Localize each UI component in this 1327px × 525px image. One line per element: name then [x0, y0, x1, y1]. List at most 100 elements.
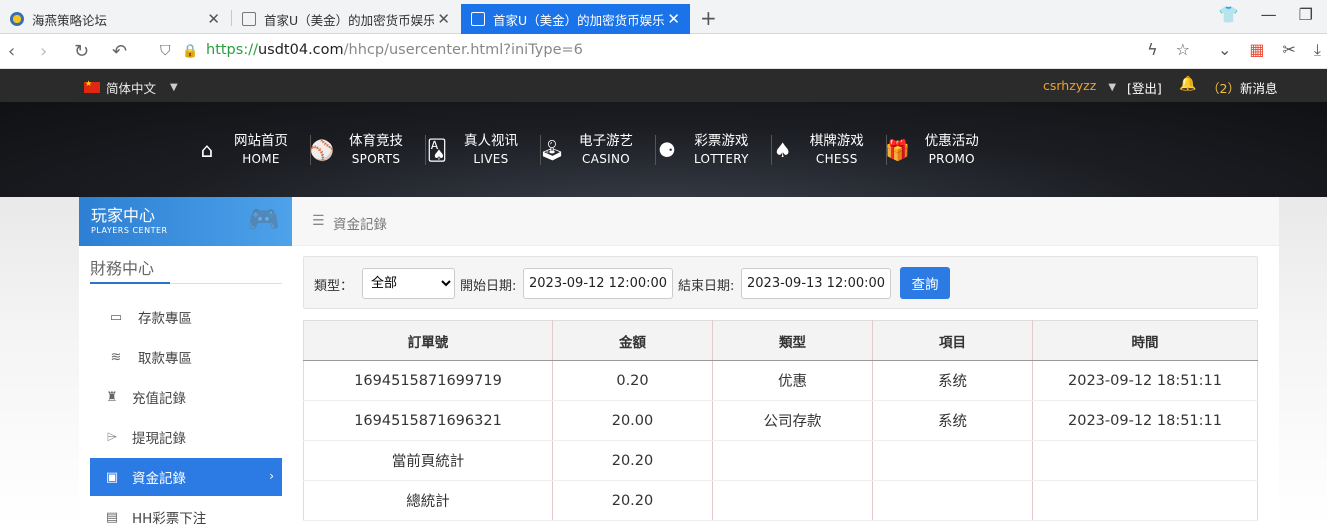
- url-scheme: https://: [206, 42, 258, 58]
- logout-link[interactable]: [登出]: [1127, 78, 1162, 97]
- nav-label-en: LIVES: [473, 152, 509, 166]
- end-date-input[interactable]: [741, 268, 891, 299]
- sidebar-item-fund-records[interactable]: ▣ 資金記錄 ›: [90, 458, 282, 496]
- card-icon: ▭: [109, 309, 123, 325]
- filter-bar: 類型： 全部 開始日期: 結束日期: 查詢: [303, 256, 1258, 309]
- empty-cell: [872, 480, 1033, 521]
- query-button[interactable]: 查詢: [900, 267, 950, 299]
- order-number-cell: 1694515871696321: [303, 400, 553, 441]
- site-favicon-icon: [10, 12, 24, 26]
- tab-title: 首家U（美金）的加密货币娱乐: [493, 12, 665, 28]
- nav-label-cn: 体育竞技: [349, 133, 403, 149]
- username-dropdown[interactable]: csrhzyzz ▼: [1043, 78, 1116, 93]
- browser-tab-3-active[interactable]: 首家U（美金）的加密货币娱乐 ✕: [461, 4, 690, 34]
- breadcrumb: ☰ 資金記錄: [292, 197, 1279, 246]
- forward-icon[interactable]: ›: [40, 41, 47, 62]
- page-total-label: 當前頁統計: [303, 440, 553, 481]
- download-icon[interactable]: ⤓: [1314, 40, 1321, 60]
- nav-label-en: SPORTS: [351, 152, 401, 166]
- nav-label-en: CHESS: [815, 152, 858, 166]
- nav-promo[interactable]: 🎁 优惠活动 PROMO: [885, 132, 1001, 168]
- gift-icon: 🎁: [885, 138, 911, 162]
- table-header-row: 訂單號 金額 類型 項目 時間: [303, 320, 1258, 361]
- reload-icon[interactable]: ↻: [74, 41, 89, 62]
- type-select[interactable]: 全部: [362, 268, 455, 299]
- nav-home[interactable]: ⌂ 网站首页 HOME: [196, 132, 310, 168]
- end-date-label: 結束日期:: [678, 279, 735, 294]
- sidebar-item-withdraw-records[interactable]: ⌲ 提現記錄: [90, 418, 282, 456]
- time-cell: 2023-09-12 18:51:11: [1032, 400, 1258, 441]
- apps-icon[interactable]: ▦: [1249, 40, 1264, 60]
- new-tab-icon[interactable]: +: [700, 6, 717, 30]
- ball-icon: ⚾: [309, 138, 335, 162]
- star-icon[interactable]: ☆: [1176, 40, 1190, 60]
- main-nav: ⌂ 网站首页 HOME ⚾ 体育竞技 SPORTS 🂡 真人视讯 LIVES 🕹 电子…: [196, 132, 1001, 168]
- sidebar: 玩家中心 PLAYERS CENTER 🎮 財務中心 ▭ 存款專區 ≋ 取款專區…: [79, 197, 292, 525]
- chevron-down-icon[interactable]: ⌄: [1218, 40, 1231, 60]
- empty-cell: [1032, 440, 1258, 481]
- sidebar-item-label: 提現記錄: [132, 431, 186, 447]
- order-number-cell: 1694515871699719: [303, 360, 553, 401]
- back-icon[interactable]: ‹: [8, 41, 15, 62]
- close-icon[interactable]: ✕: [437, 10, 450, 28]
- chevron-right-icon: ›: [269, 469, 274, 483]
- bell-icon[interactable]: 🔔: [1179, 76, 1196, 92]
- nav-label-cn: 电子游艺: [579, 133, 633, 149]
- window-controls: 👕 — ❐: [1219, 5, 1327, 24]
- browser-tab-2[interactable]: 首家U（美金）的加密货币娱乐 ✕: [232, 4, 460, 34]
- shirt-icon[interactable]: 👕: [1219, 5, 1239, 24]
- browser-tab-bar: 海燕策略论坛 ✕ 首家U（美金）的加密货币娱乐 ✕ 首家U（美金）的加密货币娱乐…: [0, 0, 1327, 34]
- sidebar-item-label: 取款專區: [138, 351, 192, 367]
- item-cell: 系统: [872, 360, 1033, 401]
- caret-down-icon: ▼: [1108, 82, 1117, 93]
- nav-lottery[interactable]: ⚈ 彩票游戏 LOTTERY: [656, 132, 771, 168]
- shield-icon[interactable]: ⛉: [160, 43, 171, 59]
- scissors-icon[interactable]: ✂: [1283, 40, 1296, 60]
- column-header: 金額: [552, 320, 713, 361]
- tag-icon: ⌲: [106, 429, 118, 445]
- main-nav-banner: ⌂ 网站首页 HOME ⚾ 体育竞技 SPORTS 🂡 真人视讯 LIVES 🕹 电子…: [0, 102, 1327, 197]
- url-field[interactable]: https://usdt04.com/hhcp/usercenter.html?…: [206, 42, 583, 58]
- address-actions: ϟ ☆ ⌄ ▦ ✂ ⤓: [1147, 40, 1327, 60]
- nav-casino[interactable]: 🕹 电子游艺 CASINO: [539, 132, 655, 168]
- restore-icon[interactable]: ❐: [1299, 5, 1313, 24]
- sidebar-item-lottery-bets[interactable]: ▤ HH彩票下注: [90, 498, 282, 525]
- section-underline: [90, 282, 282, 284]
- nav-label-en: HOME: [242, 152, 280, 166]
- nav-lives[interactable]: 🂡 真人视讯 LIVES: [426, 132, 540, 168]
- sidebar-item-withdraw[interactable]: ≋ 取款專區: [90, 338, 282, 376]
- caret-down-icon: ▼: [170, 82, 178, 93]
- spade-icon: ♠: [773, 138, 792, 162]
- nav-label-en: LOTTERY: [694, 152, 749, 166]
- sidebar-item-recharge-records[interactable]: ♜ 充值記錄: [90, 378, 282, 416]
- nav-chess[interactable]: ♠ 棋牌游戏 CHESS: [772, 132, 886, 168]
- sidebar-item-deposit[interactable]: ▭ 存款專區: [90, 298, 282, 336]
- nav-label-cn: 彩票游戏: [694, 133, 749, 149]
- flash-icon[interactable]: ϟ: [1147, 40, 1158, 60]
- home-icon: ⌂: [200, 138, 214, 162]
- wallet-icon: ▣: [105, 469, 119, 485]
- empty-cell: [712, 440, 873, 481]
- close-icon[interactable]: ✕: [667, 10, 680, 28]
- type-cell: 公司存款: [712, 400, 873, 441]
- url-host: usdt04.com: [257, 42, 344, 58]
- message-label: 新消息: [1239, 81, 1278, 96]
- new-messages-link[interactable]: （2）新消息: [1207, 78, 1277, 97]
- column-header: 項目: [872, 320, 1033, 361]
- tab-title: 海燕策略论坛: [32, 12, 108, 28]
- browser-tab-1[interactable]: 海燕策略论坛 ✕: [0, 4, 230, 34]
- close-icon[interactable]: ✕: [207, 10, 220, 28]
- language-selector[interactable]: 简体中文 ▼: [84, 78, 178, 97]
- username: csrhzyzz: [1043, 78, 1097, 93]
- minimize-icon[interactable]: —: [1261, 5, 1277, 24]
- table-row: 總統計 20.20: [303, 480, 1258, 521]
- start-date-input[interactable]: [523, 268, 673, 299]
- lock-icon[interactable]: 🔒: [182, 44, 198, 59]
- lottery-balls-icon: ⚈: [658, 138, 676, 162]
- undo-icon[interactable]: ↶: [112, 41, 127, 62]
- nav-sports[interactable]: ⚾ 体育竞技 SPORTS: [309, 132, 425, 168]
- sidebar-item-label: 資金記錄: [132, 471, 186, 487]
- time-cell: 2023-09-12 18:51:11: [1032, 360, 1258, 401]
- nav-label-en: CASINO: [582, 152, 630, 166]
- page-icon: [242, 12, 256, 26]
